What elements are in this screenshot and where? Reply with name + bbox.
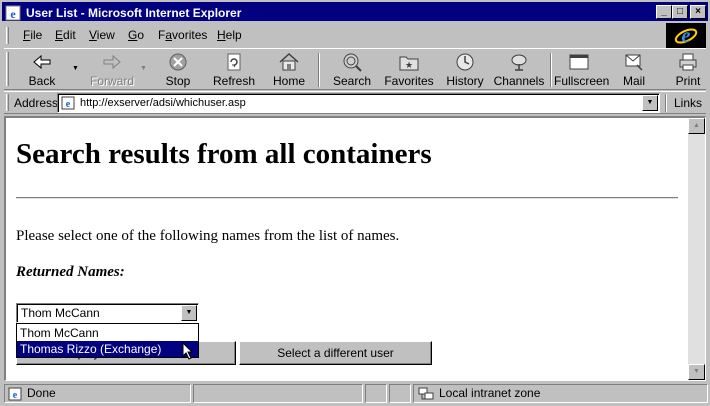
- instruction-text: Please select one of the following names…: [16, 228, 400, 244]
- zone-text: Local intranet zone: [439, 386, 541, 400]
- address-dropdown-button[interactable]: ▼: [642, 95, 658, 111]
- zone-panel: Local intranet zone: [413, 384, 708, 403]
- channels-button[interactable]: Channels: [492, 50, 546, 90]
- mouse-cursor-icon: [182, 342, 194, 360]
- page-viewport: Search results from all containers Pleas…: [4, 116, 706, 381]
- print-button[interactable]: Print: [670, 50, 706, 90]
- stop-button[interactable]: Stop: [156, 50, 200, 90]
- status-text-panel: e Done: [4, 384, 191, 403]
- refresh-icon: [227, 53, 241, 71]
- horizontal-rule: [16, 197, 678, 199]
- minimize-button[interactable]: _: [656, 5, 672, 19]
- forward-button[interactable]: Forward: [84, 50, 140, 90]
- intranet-zone-icon: [418, 387, 434, 400]
- forward-dropdown-icon[interactable]: ▼: [140, 65, 147, 72]
- chevron-up-icon: ▲: [693, 122, 700, 129]
- address-grip[interactable]: [6, 94, 9, 111]
- ie-logo-icon: e: [674, 25, 698, 47]
- svg-text:e: e: [10, 7, 16, 21]
- print-icon: [679, 53, 697, 71]
- status-bar: e Done Local intranet zone: [2, 383, 708, 404]
- svg-text:e: e: [682, 25, 691, 47]
- stop-icon: [169, 53, 187, 71]
- page-icon: e: [61, 96, 75, 110]
- toolbar-grip[interactable]: [6, 52, 9, 86]
- home-icon: [279, 52, 299, 71]
- ie-throbber: e: [666, 23, 706, 48]
- list-item[interactable]: Thom McCann: [17, 325, 198, 341]
- search-globe-icon: [343, 53, 362, 72]
- list-item-selected[interactable]: Thomas Rizzo (Exchange): [17, 341, 198, 357]
- toolbar-separator: [318, 53, 320, 87]
- status-text: Done: [27, 386, 56, 400]
- svg-text:★: ★: [405, 60, 413, 70]
- page-content: Search results from all containers Pleas…: [6, 118, 688, 380]
- names-dropdown-list: Thom McCann Thomas Rizzo (Exchange): [16, 323, 199, 358]
- menu-help[interactable]: Help: [217, 28, 242, 43]
- address-bar: Address e http://exserver/adsi/whichuser…: [4, 91, 706, 114]
- title-bar: e User List - Microsoft Internet Explore…: [0, 0, 710, 23]
- status-panel: [365, 384, 387, 403]
- back-arrow-icon: [33, 54, 51, 70]
- channels-satellite-icon: [511, 54, 527, 71]
- scroll-down-button[interactable]: ▼: [688, 364, 705, 380]
- menu-view[interactable]: View: [89, 28, 115, 43]
- back-dropdown-icon[interactable]: ▼: [72, 65, 79, 72]
- page-icon: e: [8, 387, 22, 401]
- history-button[interactable]: History: [442, 50, 488, 90]
- menu-grip[interactable]: [6, 27, 9, 44]
- home-button[interactable]: Home: [268, 50, 310, 90]
- names-select-value: Thom McCann: [21, 306, 100, 320]
- svg-text:e: e: [66, 99, 71, 110]
- status-progress-panel: [193, 384, 363, 403]
- fullscreen-button[interactable]: Fullscreen: [554, 50, 609, 90]
- menu-file[interactable]: File: [23, 28, 42, 43]
- history-icon: [456, 53, 474, 71]
- chevron-down-icon: ▼: [693, 368, 700, 375]
- menu-edit[interactable]: Edit: [55, 28, 76, 43]
- menu-favorites[interactable]: Favorites: [158, 28, 207, 43]
- back-button[interactable]: Back: [16, 50, 68, 90]
- minimize-icon: _: [661, 6, 667, 17]
- favorites-button[interactable]: ★ Favorites: [382, 50, 436, 90]
- favorites-folder-icon: ★: [399, 56, 419, 71]
- standard-toolbar: Back ▼ Forward ▼ Stop Refresh Home Searc…: [4, 48, 706, 90]
- select-different-user-button[interactable]: Select a different user: [239, 341, 432, 365]
- links-separator: [665, 94, 667, 112]
- fullscreen-icon: [569, 54, 589, 70]
- returned-names-label: Returned Names:: [16, 264, 125, 280]
- mail-button[interactable]: Mail: [616, 50, 652, 90]
- links-button[interactable]: Links: [674, 96, 702, 110]
- forward-arrow-icon: [103, 54, 121, 70]
- ie-page-icon: e: [5, 5, 21, 21]
- close-icon: ×: [695, 6, 701, 17]
- chevron-down-icon: ▼: [185, 309, 193, 316]
- page-heading: Search results from all containers: [16, 138, 432, 170]
- maximize-icon: □: [676, 6, 684, 17]
- status-panel: [389, 384, 411, 403]
- toolbar-separator: [550, 53, 552, 87]
- address-label: Address: [14, 96, 59, 110]
- window-title: User List - Microsoft Internet Explorer: [26, 6, 242, 20]
- menu-bar: File Edit View Go Favorites Help: [4, 25, 664, 46]
- address-input[interactable]: e http://exserver/adsi/whichuser.asp ▼: [57, 93, 660, 113]
- maximize-button[interactable]: □: [672, 5, 688, 19]
- mail-icon: [625, 54, 643, 71]
- scroll-up-button[interactable]: ▲: [688, 118, 705, 134]
- names-select[interactable]: Thom McCann ▼: [16, 303, 199, 323]
- search-button[interactable]: Search: [328, 50, 376, 90]
- menu-go[interactable]: Go: [128, 28, 144, 43]
- names-select-arrow[interactable]: ▼: [181, 305, 197, 321]
- close-button[interactable]: ×: [690, 5, 706, 19]
- refresh-button[interactable]: Refresh: [208, 50, 260, 90]
- address-url[interactable]: http://exserver/adsi/whichuser.asp: [80, 96, 246, 110]
- svg-text:e: e: [13, 390, 18, 401]
- vertical-scrollbar[interactable]: ▲ ▼: [688, 118, 705, 380]
- chevron-down-icon: ▼: [646, 99, 654, 106]
